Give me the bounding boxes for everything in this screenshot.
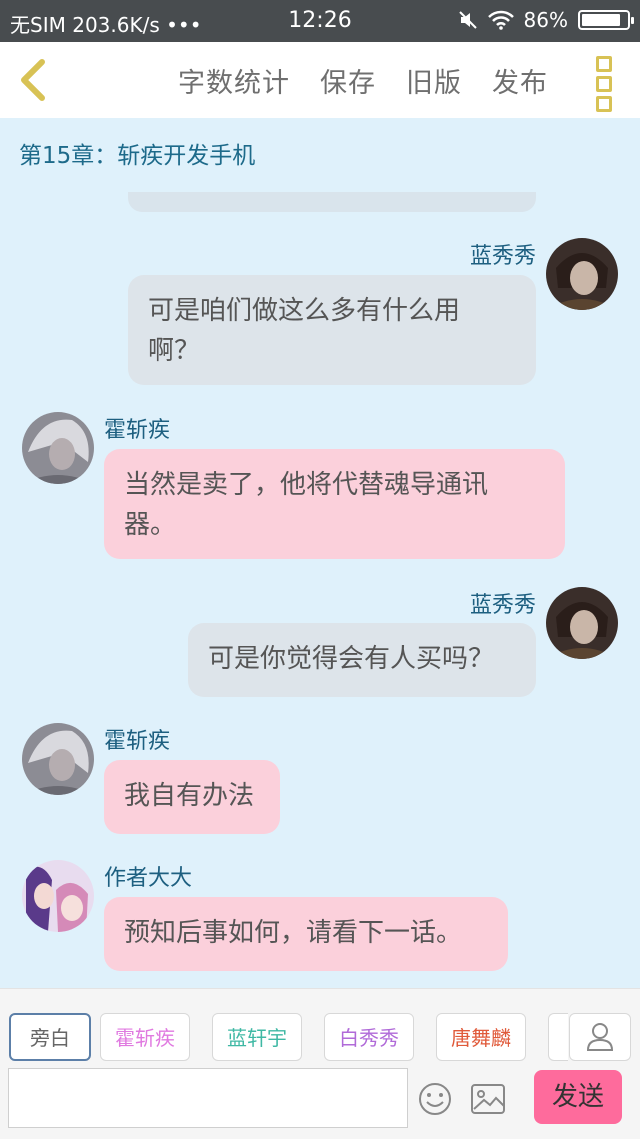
speaker-name: 作者大大	[104, 866, 193, 891]
message-input[interactable]	[8, 1068, 408, 1128]
character-chip[interactable]: 唐舞麟	[436, 1013, 526, 1061]
message-bubble: 当然是卖了，他将代替魂导通讯 器。	[104, 449, 565, 559]
message-line: 器。	[124, 510, 177, 540]
avatar-lan-xiuxiu[interactable]	[546, 238, 618, 310]
composer-panel: 旁白 霍斩疾 蓝轩宇 白秀秀 唐舞麟 发送	[0, 988, 640, 1139]
message-line: 啊？	[148, 336, 201, 366]
send-button[interactable]: 发送	[534, 1070, 622, 1124]
battery-icon	[578, 10, 634, 30]
top-toolbar: 字数统计 保存 旧版 发布	[0, 42, 640, 118]
message-line: 我自有办法	[124, 781, 255, 811]
message-line: 当然是卖了，他将代替魂导通讯	[124, 470, 489, 500]
character-chip[interactable]: 蓝轩宇	[212, 1013, 302, 1061]
chapter-title: 第15章：斩疾开发手机	[19, 143, 256, 169]
old-version-button[interactable]: 旧版	[406, 61, 462, 100]
message-line: 可是你觉得会有人买吗？	[208, 644, 495, 674]
character-chip-narrator[interactable]: 旁白	[9, 1013, 91, 1061]
avatar-author[interactable]	[22, 860, 94, 932]
save-button[interactable]: 保存	[320, 61, 376, 100]
avatar-lan-xiuxiu[interactable]	[546, 587, 618, 659]
back-chevron-icon[interactable]	[14, 58, 54, 102]
message-bubble: 可是咱们做这么多有什么用 啊？	[128, 275, 536, 385]
speaker-name: 蓝秀秀	[469, 244, 536, 269]
avatar-huo-zhanji[interactable]	[22, 723, 94, 795]
character-chip[interactable]: 白秀秀	[324, 1013, 414, 1061]
more-menu-icon[interactable]	[596, 56, 612, 112]
mute-icon	[458, 11, 477, 29]
battery-percent: 86%	[523, 8, 568, 32]
character-manager-button[interactable]	[569, 1013, 631, 1061]
status-bar: 无SIM 203.6K/s ••• 12:26 86%	[0, 0, 640, 42]
message-line: 预知后事如何，请看下一话。	[124, 918, 463, 948]
wifi-icon	[487, 10, 514, 30]
message-bubble: 我自有办法	[104, 760, 280, 834]
user-icon	[586, 1023, 614, 1051]
message-line: 可是咱们做这么多有什么用	[148, 296, 461, 326]
message-bubble: 预知后事如何，请看下一话。	[104, 897, 508, 971]
character-chip-partial[interactable]	[548, 1013, 568, 1061]
status-right: 86%	[458, 8, 634, 32]
word-count-button[interactable]: 字数统计	[178, 61, 290, 100]
previous-message-bubble	[128, 192, 536, 212]
speaker-name: 蓝秀秀	[469, 593, 536, 618]
speaker-name: 霍斩疾	[104, 418, 171, 443]
image-icon[interactable]	[470, 1083, 506, 1115]
speaker-name: 霍斩疾	[104, 729, 171, 754]
publish-button[interactable]: 发布	[492, 61, 548, 100]
avatar-huo-zhanji[interactable]	[22, 412, 94, 484]
message-bubble: 可是你觉得会有人买吗？	[188, 623, 536, 697]
character-chip[interactable]: 霍斩疾	[100, 1013, 190, 1061]
emoji-icon[interactable]	[417, 1081, 453, 1117]
